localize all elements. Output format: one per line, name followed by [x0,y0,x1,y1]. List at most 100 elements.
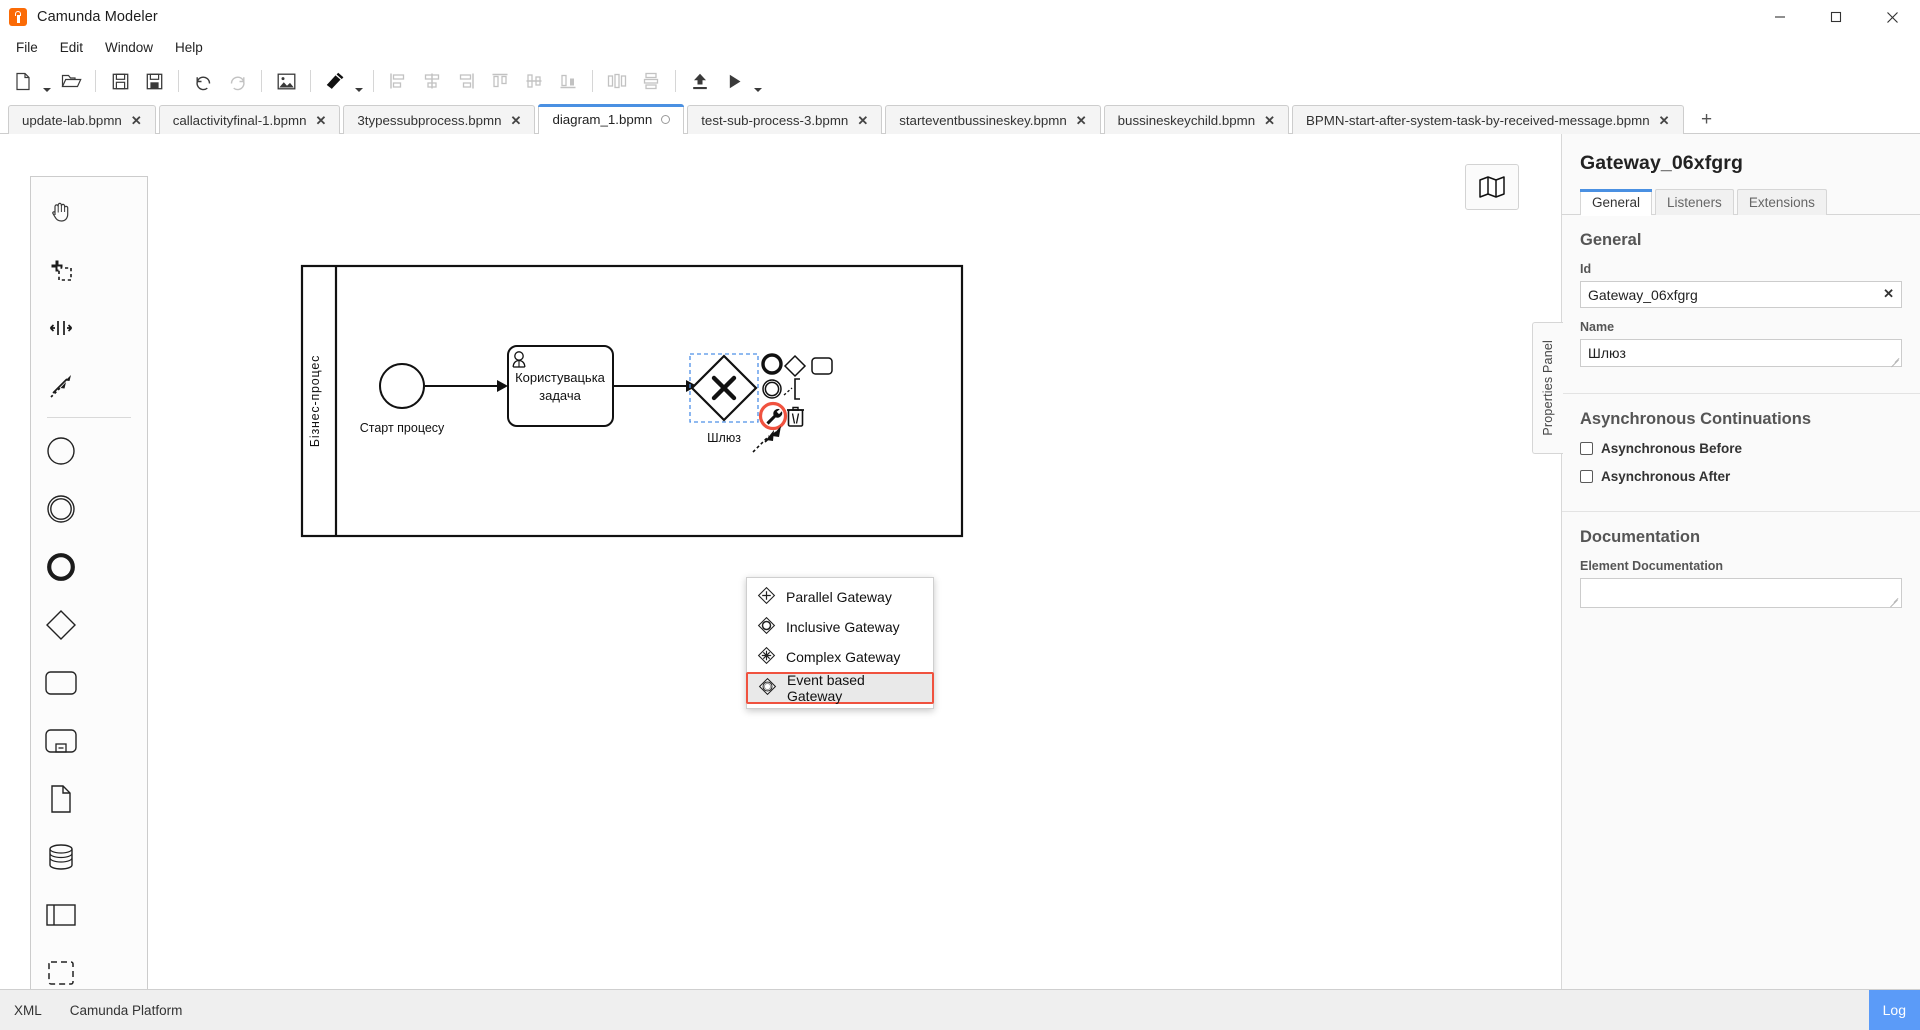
menu-file[interactable]: File [6,37,48,58]
properties-panel-handle-label: Properties Panel [1541,340,1555,436]
menu-edit[interactable]: Edit [50,37,93,58]
close-button[interactable] [1864,0,1920,34]
id-input[interactable] [1580,281,1902,308]
status-camunda-platform-button[interactable]: Camunda Platform [56,990,197,1030]
tab-bussineskeychild[interactable]: bussineskeychild.bpmn ✕ [1103,105,1290,134]
tab-starteventbussineskey[interactable]: starteventbussineskey.bpmn ✕ [885,105,1101,134]
align-right-icon[interactable] [449,65,483,97]
align-middle-icon[interactable] [517,65,551,97]
async-before-checkbox[interactable] [1580,442,1593,455]
async-before-row[interactable]: Asynchronous Before [1580,441,1902,456]
menu-help[interactable]: Help [165,37,213,58]
log-button[interactable]: Log [1868,990,1920,1030]
tab-close-icon[interactable]: ✕ [857,114,868,127]
popup-item-parallel-gateway[interactable]: Parallel Gateway [747,582,933,612]
start-process-icon[interactable] [717,65,751,97]
documentation-resize-grip[interactable] [1890,596,1899,605]
connect-tool-icon[interactable] [31,357,90,415]
hand-tool-icon[interactable] [31,183,90,241]
save-as-icon[interactable] [137,65,171,97]
deploy-icon[interactable] [683,65,717,97]
group-icon[interactable] [31,944,90,989]
lasso-tool-icon[interactable] [31,241,90,299]
align-top-icon[interactable] [483,65,517,97]
popup-item-event-based-gateway[interactable]: Event based Gateway [746,672,934,704]
participant-icon[interactable] [31,886,90,944]
start-process-dropdown-caret[interactable] [751,60,765,103]
tab-close-icon[interactable]: ✕ [315,114,326,127]
align-left-icon[interactable] [381,65,415,97]
element-documentation-label: Element Documentation [1580,559,1724,573]
task-icon[interactable] [31,654,90,712]
redo-icon[interactable] [220,65,254,97]
append-gateway-icon [783,354,807,378]
async-after-row[interactable]: Asynchronous After [1580,469,1902,484]
tab-unsaved-indicator-icon[interactable] [661,115,671,124]
minimap-toggle-button[interactable] [1465,164,1519,210]
export-image-icon[interactable] [269,65,303,97]
new-file-dropdown-caret[interactable] [40,60,54,103]
user-task-label-line1: Користувацька [515,370,606,385]
popup-item-complex-gateway[interactable]: Complex Gateway [747,642,933,672]
async-group-title: Asynchronous Continuations [1580,410,1811,428]
name-input[interactable] [1580,339,1902,367]
distribute-vertical-icon[interactable] [634,65,668,97]
tab-close-icon[interactable]: ✕ [1264,114,1275,127]
maximize-button[interactable] [1808,0,1864,34]
color-picker-dropdown-caret[interactable] [352,60,366,103]
toolbar [0,60,1920,102]
name-resize-grip[interactable] [1891,356,1900,365]
tab-3typessubprocess[interactable]: 3typessubprocess.bpmn ✕ [343,105,536,134]
open-folder-icon[interactable] [54,65,88,97]
new-tab-button[interactable]: + [1693,106,1721,134]
tab-bar: update-lab.bpmn ✕ callactivityfinal-1.bp… [0,102,1920,135]
id-clear-icon[interactable]: ✕ [1883,286,1894,302]
align-center-icon[interactable] [415,65,449,97]
tab-label: starteventbussineskey.bpmn [899,112,1067,128]
undo-icon[interactable] [186,65,220,97]
bpmn-canvas[interactable]: Бізнес-процес Старт процесу Користувацьк… [0,134,1562,989]
popup-item-label: Event based Gateway [787,672,865,704]
status-xml-button[interactable]: XML [0,990,56,1030]
tab-close-icon[interactable]: ✕ [511,114,522,127]
tab-extensions[interactable]: Extensions [1736,189,1827,215]
tab-general[interactable]: General [1580,189,1653,216]
async-after-checkbox[interactable] [1580,470,1593,483]
minimize-button[interactable] [1752,0,1808,34]
tab-update-lab[interactable]: update-lab.bpmn ✕ [8,105,156,134]
data-object-icon[interactable] [31,770,90,828]
align-bottom-icon[interactable] [551,65,585,97]
data-store-icon[interactable] [31,828,90,886]
tab-close-icon[interactable]: ✕ [1659,114,1670,127]
start-event-icon[interactable] [31,422,90,480]
tab-label: update-lab.bpmn [22,112,122,128]
popup-item-inclusive-gateway[interactable]: Inclusive Gateway [747,612,933,642]
save-icon[interactable] [103,65,137,97]
toolbar-separator [310,70,311,92]
bpmn-diagram[interactable]: Бізнес-процес Старт процесу Користувацьк… [300,264,1020,569]
menu-window[interactable]: Window [95,37,163,58]
new-file-icon[interactable] [6,65,40,97]
color-picker-icon[interactable] [318,65,352,97]
tab-bpmn-start-after-system-task[interactable]: BPMN-start-after-system-task-by-received… [1292,105,1684,134]
space-tool-icon[interactable] [31,299,90,357]
end-event-icon[interactable] [31,538,90,596]
tab-close-icon[interactable]: ✕ [1076,114,1087,127]
change-type-popup-menu[interactable]: Parallel Gateway Inclusive Gateway Compl… [746,577,934,709]
distribute-horizontal-icon[interactable] [600,65,634,97]
subprocess-collapsed-icon[interactable] [31,712,90,770]
tab-callactivityfinal-1[interactable]: callactivityfinal-1.bpmn ✕ [158,105,341,134]
parallel-gateway-icon [757,586,776,608]
gateway-icon[interactable] [31,596,90,654]
properties-panel-toggle-handle[interactable]: Properties Panel [1532,322,1563,454]
tab-close-icon[interactable]: ✕ [131,114,142,127]
tab-listeners[interactable]: Listeners [1655,189,1734,215]
event-based-gateway-icon [758,677,777,699]
toolbar-separator [675,70,676,92]
intermediate-event-icon[interactable] [31,480,90,538]
popup-item-label: Complex Gateway [786,649,901,665]
popup-item-label: Parallel Gateway [786,589,892,605]
element-documentation-textarea[interactable] [1580,578,1902,608]
tab-diagram-1[interactable]: diagram_1.bpmn [538,104,685,135]
tab-test-sub-process-3[interactable]: test-sub-process-3.bpmn ✕ [687,105,883,134]
